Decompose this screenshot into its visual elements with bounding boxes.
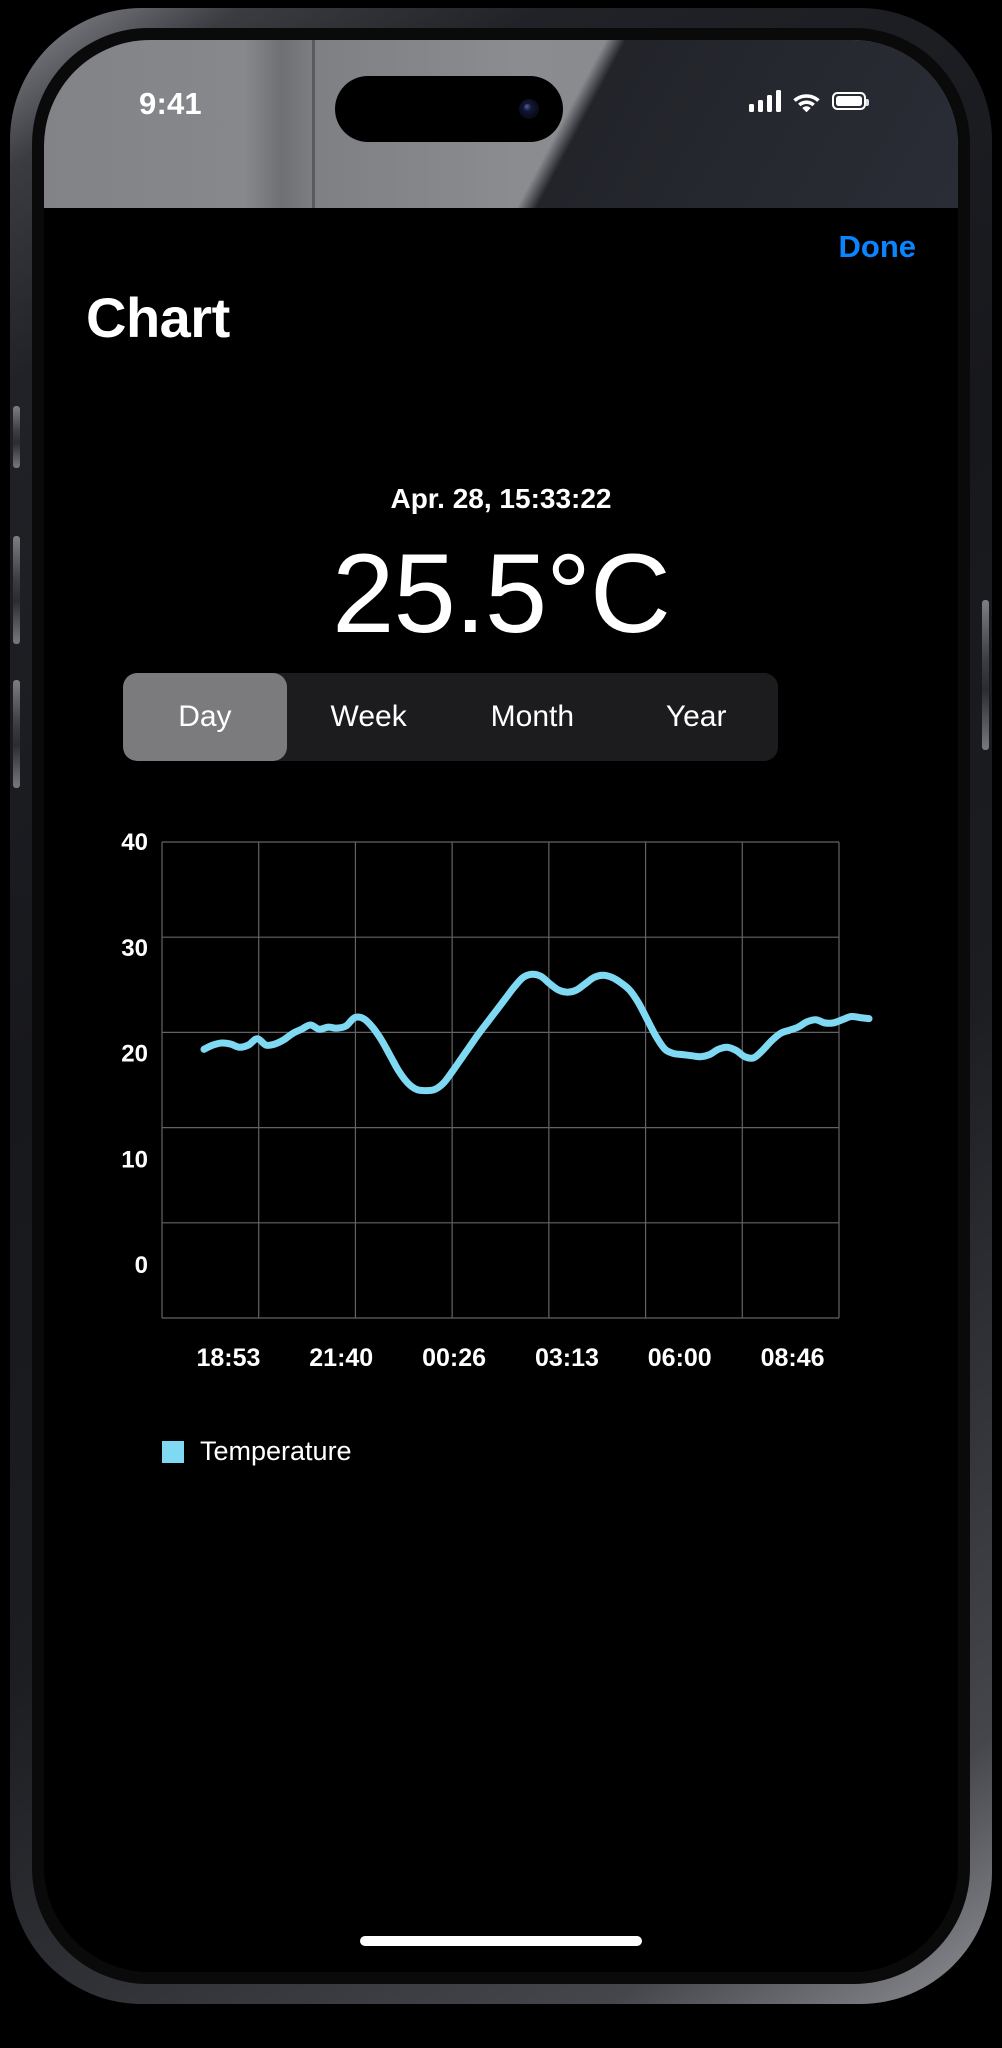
y-tick-label: 0 — [135, 1252, 148, 1279]
segment-year[interactable]: Year — [614, 673, 778, 761]
front-camera-icon — [519, 99, 539, 119]
chart-legend: Temperature — [162, 1436, 352, 1467]
done-button[interactable]: Done — [839, 229, 917, 265]
x-tick-label: 08:46 — [761, 1344, 825, 1372]
legend-swatch-temperature — [162, 1440, 184, 1463]
y-tick-label: 40 — [121, 829, 148, 856]
segment-day[interactable]: Day — [123, 673, 287, 761]
y-tick-label: 20 — [121, 1041, 148, 1068]
x-tick-label: 21:40 — [309, 1344, 373, 1372]
wifi-icon — [793, 94, 820, 112]
legend-label-temperature: Temperature — [200, 1436, 352, 1466]
home-indicator[interactable] — [360, 1936, 642, 1946]
phone-frame: 9:41 Done Chart Apr. 28, 15:33:22 25.5°C… — [10, 8, 992, 2004]
volume-up-button[interactable] — [13, 536, 20, 644]
chart-canvas[interactable]: 40 30 20 10 0 18:53 21:40 00:26 03:13 06:00 08:46 — [44, 828, 958, 1428]
status-bar-time: 9:41 — [139, 86, 202, 121]
dynamic-island[interactable] — [335, 76, 563, 142]
volume-down-button[interactable] — [13, 680, 20, 788]
x-tick-label: 18:53 — [196, 1344, 260, 1372]
reading-value: 25.5°C — [332, 531, 671, 656]
battery-full-icon — [832, 92, 869, 110]
chart-y-axis-labels: 40 30 20 10 0 — [121, 829, 148, 1279]
x-tick-label: 06:00 — [648, 1344, 712, 1372]
status-bar-icons — [748, 90, 869, 112]
temperature-line-chart[interactable]: 40 30 20 10 0 18:53 21:40 00:26 03:13 06:00 08:46 — [44, 828, 958, 1428]
phone-bezel: 9:41 Done Chart Apr. 28, 15:33:22 25.5°C… — [32, 28, 970, 1984]
page-title: Chart — [86, 286, 230, 349]
reading-timestamp: Apr. 28, 15:33:22 — [390, 483, 612, 514]
power-button[interactable] — [982, 600, 989, 750]
x-tick-label: 03:13 — [535, 1344, 599, 1372]
navigation-bar: Done — [44, 208, 958, 284]
y-tick-label: 10 — [121, 1146, 148, 1173]
chart-gridlines — [161, 841, 840, 1319]
x-tick-label: 00:26 — [422, 1344, 486, 1372]
time-range-segmented-control[interactable]: Day Week Month Year — [123, 673, 778, 761]
phone-screen: 9:41 Done Chart Apr. 28, 15:33:22 25.5°C… — [44, 40, 958, 1972]
chart-x-axis-labels: 18:53 21:40 00:26 03:13 06:00 08:46 — [196, 1344, 824, 1372]
battery-cap-icon — [866, 99, 869, 107]
segment-month[interactable]: Month — [450, 673, 615, 761]
segment-week[interactable]: Week — [286, 673, 451, 761]
silent-switch-button[interactable] — [13, 406, 20, 468]
y-tick-label: 30 — [121, 935, 148, 962]
cellular-signal-icon — [748, 90, 781, 112]
chart-sheet: Done Chart Apr. 28, 15:33:22 25.5°C Day … — [44, 208, 958, 1972]
